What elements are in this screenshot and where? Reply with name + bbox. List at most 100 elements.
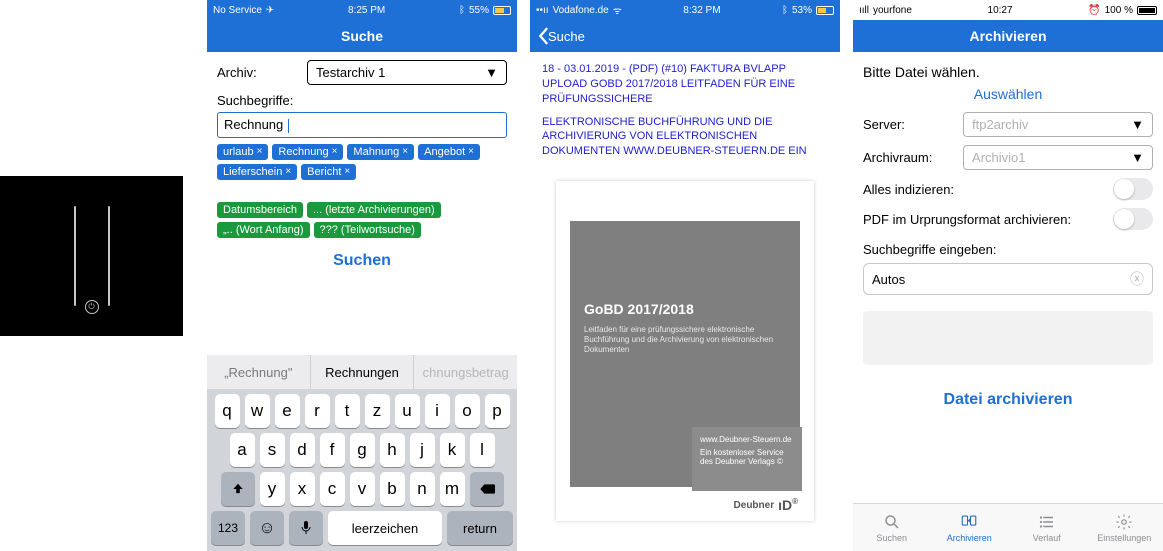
clear-icon[interactable]: ⓧ (1130, 269, 1144, 289)
tab-label: Einstellungen (1097, 533, 1151, 543)
chevron-down-icon: ▼ (1131, 150, 1144, 165)
key-c[interactable]: c (320, 472, 345, 506)
key-h[interactable]: h (380, 433, 405, 467)
key-x[interactable]: x (290, 472, 315, 506)
remove-chip-icon[interactable]: × (402, 146, 408, 157)
key-q[interactable]: q (215, 394, 240, 428)
key-z[interactable]: z (365, 394, 390, 428)
wifi-icon: ✈︎ (266, 5, 274, 16)
filter-chip[interactable]: Bericht× (301, 164, 356, 180)
filter-chip[interactable]: urlaub× (217, 144, 268, 160)
carrier-text: No Service (213, 5, 262, 16)
cover-subtitle: Leitfaden für eine prüfungssichere elekt… (584, 325, 786, 355)
wifi-icon: ᯤ (613, 3, 622, 17)
tab-settings[interactable]: Einstellungen (1086, 504, 1163, 551)
key-r[interactable]: r (305, 394, 330, 428)
app-icon-placeholder: ⏻ (0, 176, 183, 336)
battery-icon (493, 6, 511, 15)
helper-chip[interactable]: „.. (Wort Anfang) (217, 222, 310, 238)
file-drop-area[interactable] (863, 311, 1153, 365)
tab-archive[interactable]: Archivieren (931, 504, 1009, 551)
room-select-value: Archivio1 (972, 150, 1025, 165)
key-a[interactable]: a (230, 433, 255, 467)
server-select[interactable]: ftp2archiv ▼ (963, 112, 1153, 137)
backspace-key[interactable] (470, 472, 504, 506)
filter-chip[interactable]: Rechnung× (272, 144, 343, 160)
remove-chip-icon[interactable]: × (257, 146, 263, 157)
clock-text: 8:25 PM (348, 5, 385, 16)
key-p[interactable]: p (485, 394, 510, 428)
numbers-key[interactable]: 123 (211, 511, 245, 545)
key-d[interactable]: d (290, 433, 315, 467)
remove-chip-icon[interactable]: × (344, 166, 350, 177)
remove-chip-icon[interactable]: × (332, 146, 338, 157)
archive-file-button[interactable]: Datei archivieren (863, 391, 1153, 409)
mic-key[interactable] (289, 511, 323, 545)
terms-label: Suchbegriffe eingeben: (863, 242, 1153, 257)
choose-file-prompt: Bitte Datei wählen. (863, 64, 1153, 80)
status-bar: ••ıı Vodafone.de ᯤ 8:32 PM ᛒ 53% (530, 0, 840, 20)
key-n[interactable]: n (410, 472, 435, 506)
tab-history[interactable]: Verlauf (1008, 504, 1086, 551)
status-bar: ııll yourfone 10:27 ⏰ 100 % (853, 0, 1163, 20)
key-w[interactable]: w (245, 394, 270, 428)
terms-input[interactable]: Autos ⓧ (863, 263, 1153, 295)
document-metadata: 18 - 03.01.2019 - (PDF) (#10) FAKTURA BV… (530, 52, 840, 169)
bluetooth-icon: ᛒ (782, 5, 788, 16)
alarm-icon: ⏰ (1088, 5, 1100, 16)
search-input[interactable]: Rechnung (217, 112, 507, 138)
battery-icon (1137, 6, 1157, 15)
keyboard-suggestion[interactable]: Rechnungen (311, 355, 415, 389)
key-o[interactable]: o (455, 394, 480, 428)
pdf-original-label: PDF im Urprungsformat archivieren: (863, 212, 1071, 227)
key-j[interactable]: j (410, 433, 435, 467)
key-g[interactable]: g (350, 433, 375, 467)
helper-chip[interactable]: ... (letzte Archivierungen) (307, 202, 441, 218)
remove-chip-icon[interactable]: × (468, 146, 474, 157)
filter-chip[interactable]: Mahnung× (347, 144, 414, 160)
server-select-value: ftp2archiv (972, 117, 1028, 132)
room-select[interactable]: Archivio1 ▼ (963, 145, 1153, 170)
remove-chip-icon[interactable]: × (285, 166, 291, 177)
signal-icon: ••ıı (536, 5, 549, 16)
pdf-original-toggle[interactable] (1113, 208, 1153, 230)
key-v[interactable]: v (350, 472, 375, 506)
search-button[interactable]: Suchen (217, 252, 507, 270)
key-u[interactable]: u (395, 394, 420, 428)
index-all-toggle[interactable] (1113, 178, 1153, 200)
key-i[interactable]: i (425, 394, 450, 428)
keyboard-suggestion[interactable]: chnungsbetrag (414, 355, 517, 389)
filter-chip[interactable]: Angebot× (418, 144, 480, 160)
navbar: Archivieren (853, 20, 1163, 52)
carrier-text: yourfone (873, 5, 912, 16)
emoji-key[interactable]: ☺ (250, 511, 284, 545)
key-e[interactable]: e (275, 394, 300, 428)
document-page[interactable]: GoBD 2017/2018 Leitfaden für eine prüfun… (556, 181, 814, 521)
filter-chip[interactable]: Lieferschein× (217, 164, 297, 180)
key-m[interactable]: m (440, 472, 465, 506)
key-k[interactable]: k (440, 433, 465, 467)
back-button[interactable]: Suche (536, 27, 585, 45)
shift-key[interactable] (221, 472, 255, 506)
page-title: Archivieren (969, 28, 1046, 44)
room-label: Archivraum: (863, 150, 963, 165)
key-f[interactable]: f (320, 433, 345, 467)
choose-file-button[interactable]: Auswählen (863, 86, 1153, 102)
archive-select-value: Testarchiv 1 (316, 65, 385, 80)
index-all-label: Alles indizieren: (863, 182, 954, 197)
space-key[interactable]: Leerzeichen (328, 511, 442, 545)
keyboard-suggestion[interactable]: „Rechnung" (207, 355, 311, 389)
search-input-value: Rechnung (224, 117, 283, 132)
key-t[interactable]: t (335, 394, 360, 428)
archive-select[interactable]: Testarchiv 1 ▼ (307, 60, 507, 85)
tab-label: Verlauf (1033, 533, 1061, 543)
key-l[interactable]: l (470, 433, 495, 467)
key-s[interactable]: s (260, 433, 285, 467)
return-key[interactable]: Return (447, 511, 513, 545)
key-y[interactable]: y (260, 472, 285, 506)
key-b[interactable]: b (380, 472, 405, 506)
helper-chip[interactable]: ??? (Teilwortsuche) (314, 222, 421, 238)
server-label: Server: (863, 117, 963, 132)
tab-search[interactable]: Suchen (853, 504, 931, 551)
helper-chip[interactable]: Datumsbereich (217, 202, 303, 218)
